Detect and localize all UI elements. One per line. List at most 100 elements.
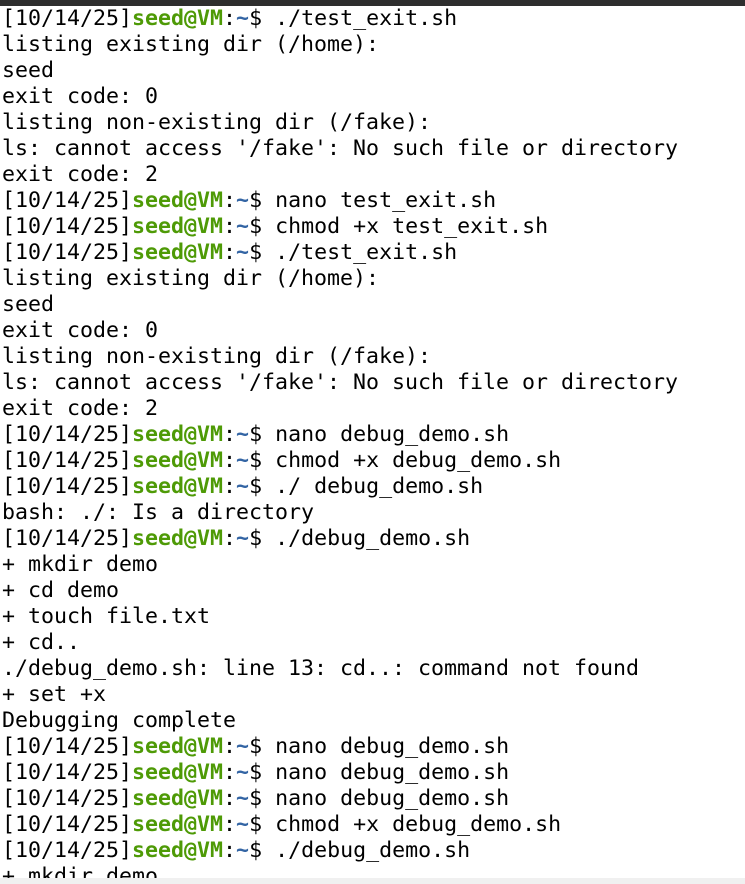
prompt-command: chmod +x debug_demo.sh (275, 812, 562, 837)
prompt-command: nano debug_demo.sh (275, 786, 510, 811)
prompt-user-host: seed@VM (132, 812, 224, 837)
output-text: exit code: 2 (2, 396, 159, 421)
prompt-command: ./debug_demo.sh (275, 526, 471, 551)
prompt-symbol: $ (249, 526, 276, 551)
output-text: listing non-existing dir (/fake): (2, 344, 432, 369)
output-text: listing non-existing dir (/fake): (2, 110, 432, 135)
prompt-cwd: ~ (236, 526, 250, 551)
prompt-cwd: ~ (236, 838, 250, 863)
prompt-date: [10/14/25] (2, 838, 133, 863)
prompt-separator: : (223, 6, 237, 31)
prompt-separator: : (223, 838, 237, 863)
prompt-command: nano test_exit.sh (275, 188, 497, 213)
terminal-output-line: listing non-existing dir (/fake): (2, 110, 743, 136)
prompt-command: ./ debug_demo.sh (275, 474, 484, 499)
output-text: listing existing dir (/home): (2, 266, 380, 291)
terminal-output-line: ./debug_demo.sh: line 13: cd..: command … (2, 656, 743, 682)
prompt-command: ./test_exit.sh (275, 6, 458, 31)
terminal-prompt-line: [10/14/25]seed@VM:~$ chmod +x debug_demo… (2, 448, 743, 474)
terminal-output-line: listing non-existing dir (/fake): (2, 344, 743, 370)
prompt-date: [10/14/25] (2, 6, 133, 31)
prompt-date: [10/14/25] (2, 734, 133, 759)
terminal-prompt-line: [10/14/25]seed@VM:~$ nano debug_demo.sh (2, 422, 743, 448)
prompt-cwd: ~ (236, 734, 250, 759)
output-text: + touch file.txt (2, 604, 211, 629)
terminal-prompt-line: [10/14/25]seed@VM:~$ chmod +x test_exit.… (2, 214, 743, 240)
terminal-output-line: exit code: 0 (2, 84, 743, 110)
prompt-separator: : (223, 812, 237, 837)
prompt-cwd: ~ (236, 812, 250, 837)
terminal-prompt-line: [10/14/25]seed@VM:~$ nano debug_demo.sh (2, 786, 743, 812)
prompt-separator: : (223, 734, 237, 759)
prompt-date: [10/14/25] (2, 214, 133, 239)
terminal-output-line: ls: cannot access '/fake': No such file … (2, 370, 743, 396)
prompt-separator: : (223, 474, 237, 499)
prompt-symbol: $ (249, 240, 276, 265)
terminal-prompt-line: [10/14/25]seed@VM:~$ chmod +x debug_demo… (2, 812, 743, 838)
prompt-separator: : (223, 214, 237, 239)
prompt-cwd: ~ (236, 6, 250, 31)
prompt-symbol: $ (249, 734, 276, 759)
output-text: seed (2, 292, 55, 317)
prompt-symbol: $ (249, 448, 276, 473)
prompt-cwd: ~ (236, 786, 250, 811)
prompt-date: [10/14/25] (2, 448, 133, 473)
output-text: + cd.. (2, 630, 81, 655)
output-text: listing existing dir (/home): (2, 32, 380, 57)
prompt-command: ./test_exit.sh (275, 240, 458, 265)
terminal-output-line: + set +x (2, 682, 743, 708)
output-text: seed (2, 58, 55, 83)
prompt-command: nano debug_demo.sh (275, 422, 510, 447)
prompt-cwd: ~ (236, 214, 250, 239)
terminal-prompt-line: [10/14/25]seed@VM:~$ nano debug_demo.sh (2, 734, 743, 760)
prompt-user-host: seed@VM (132, 474, 224, 499)
prompt-date: [10/14/25] (2, 240, 133, 265)
prompt-user-host: seed@VM (132, 734, 224, 759)
prompt-command: chmod +x test_exit.sh (275, 214, 549, 239)
prompt-cwd: ~ (236, 240, 250, 265)
prompt-symbol: $ (249, 760, 276, 785)
terminal-prompt-line: [10/14/25]seed@VM:~$ ./test_exit.sh (2, 6, 743, 32)
prompt-cwd: ~ (236, 448, 250, 473)
output-text: exit code: 2 (2, 162, 159, 187)
output-text: Debugging complete (2, 708, 237, 733)
terminal-output-line: + cd.. (2, 630, 743, 656)
prompt-symbol: $ (249, 838, 276, 863)
output-text: + mkdir demo (2, 552, 159, 577)
terminal-output-line: ls: cannot access '/fake': No such file … (2, 136, 743, 162)
prompt-symbol: $ (249, 188, 276, 213)
prompt-symbol: $ (249, 214, 276, 239)
terminal-output-line: seed (2, 292, 743, 318)
prompt-date: [10/14/25] (2, 422, 133, 447)
terminal-output-line: + cd demo (2, 578, 743, 604)
prompt-separator: : (223, 760, 237, 785)
prompt-command: nano debug_demo.sh (275, 760, 510, 785)
prompt-user-host: seed@VM (132, 448, 224, 473)
terminal-prompt-line: [10/14/25]seed@VM:~$ ./debug_demo.sh (2, 838, 743, 864)
prompt-separator: : (223, 422, 237, 447)
prompt-user-host: seed@VM (132, 838, 224, 863)
prompt-command: nano debug_demo.sh (275, 734, 510, 759)
prompt-user-host: seed@VM (132, 526, 224, 551)
terminal-prompt-line: [10/14/25]seed@VM:~$ nano debug_demo.sh (2, 760, 743, 786)
terminal-output-line: listing existing dir (/home): (2, 266, 743, 292)
output-text: ls: cannot access '/fake': No such file … (2, 370, 679, 395)
prompt-cwd: ~ (236, 760, 250, 785)
prompt-user-host: seed@VM (132, 188, 224, 213)
prompt-separator: : (223, 526, 237, 551)
prompt-user-host: seed@VM (132, 760, 224, 785)
output-text: exit code: 0 (2, 84, 159, 109)
prompt-date: [10/14/25] (2, 188, 133, 213)
terminal-bottom-edge (0, 878, 745, 884)
prompt-cwd: ~ (236, 474, 250, 499)
prompt-cwd: ~ (236, 188, 250, 213)
prompt-symbol: $ (249, 812, 276, 837)
prompt-user-host: seed@VM (132, 240, 224, 265)
prompt-symbol: $ (249, 6, 276, 31)
output-text: ./debug_demo.sh: line 13: cd..: command … (2, 656, 640, 681)
prompt-date: [10/14/25] (2, 474, 133, 499)
prompt-user-host: seed@VM (132, 6, 224, 31)
terminal-output-line: exit code: 2 (2, 396, 743, 422)
terminal-output[interactable]: [10/14/25]seed@VM:~$ ./test_exit.sh listi… (2, 6, 743, 884)
prompt-date: [10/14/25] (2, 812, 133, 837)
